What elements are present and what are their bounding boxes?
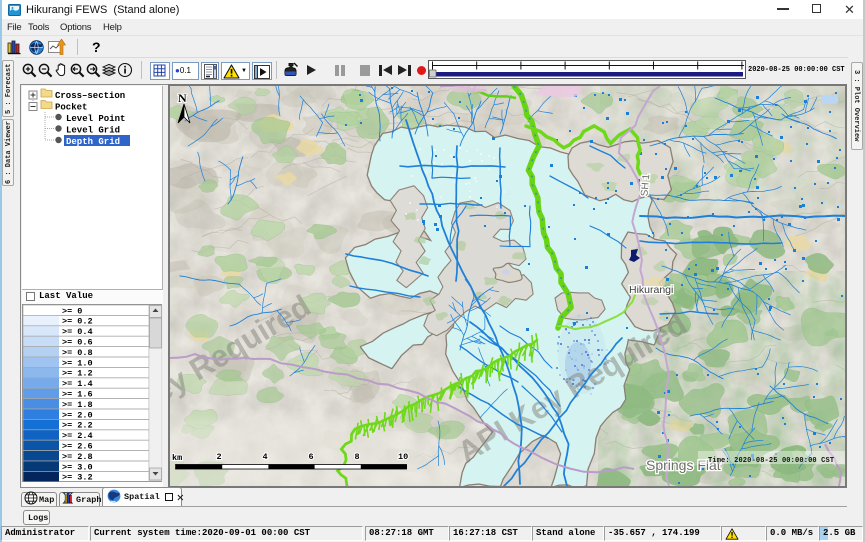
svg-text:Cross–section: Cross–section bbox=[55, 91, 125, 101]
svg-text:>= 1.0: >= 1.0 bbox=[62, 358, 93, 368]
svg-text:>= 1.6: >= 1.6 bbox=[62, 390, 93, 400]
svg-text:Time: 2020-08-25 00:00:00 CST: Time: 2020-08-25 00:00:00 CST bbox=[708, 457, 834, 465]
svg-text:Level Point: Level Point bbox=[66, 114, 125, 124]
svg-text:>= 1.2: >= 1.2 bbox=[62, 369, 93, 379]
svg-text:2: 2 bbox=[217, 452, 222, 462]
svg-text:>= 0.2: >= 0.2 bbox=[62, 317, 93, 327]
svg-text:N: N bbox=[178, 91, 187, 105]
svg-text:>= 0.6: >= 0.6 bbox=[62, 338, 93, 348]
svg-text:>= 2.8: >= 2.8 bbox=[62, 452, 93, 462]
svg-text:Level Grid: Level Grid bbox=[66, 126, 120, 136]
svg-text:6: 6 bbox=[309, 452, 314, 462]
svg-text:4: 4 bbox=[263, 452, 268, 462]
svg-text:SH 1: SH 1 bbox=[639, 173, 652, 197]
svg-text:>= 1.4: >= 1.4 bbox=[62, 379, 93, 389]
svg-text:>= 0.4: >= 0.4 bbox=[62, 327, 93, 337]
svg-text:>= 1.8: >= 1.8 bbox=[62, 400, 93, 410]
svg-text:>= 2.0: >= 2.0 bbox=[62, 410, 93, 420]
svg-text:>= 3.0: >= 3.0 bbox=[62, 462, 93, 472]
svg-text:>= 0.8: >= 0.8 bbox=[62, 348, 93, 358]
svg-text:km: km bbox=[172, 453, 182, 463]
svg-text:>= 0: >= 0 bbox=[62, 306, 82, 316]
svg-text:Pocket: Pocket bbox=[55, 103, 87, 113]
svg-text:Depth Grid: Depth Grid bbox=[66, 137, 120, 147]
svg-text:>= 2.2: >= 2.2 bbox=[62, 421, 93, 431]
svg-text:>= 2.4: >= 2.4 bbox=[62, 431, 93, 441]
svg-text:>= 3.2: >= 3.2 bbox=[62, 473, 93, 482]
svg-text:>= 2.6: >= 2.6 bbox=[62, 442, 93, 452]
svg-text:Hikurangi: Hikurangi bbox=[629, 284, 673, 296]
svg-text:10: 10 bbox=[398, 452, 408, 462]
svg-text:8: 8 bbox=[355, 452, 360, 462]
